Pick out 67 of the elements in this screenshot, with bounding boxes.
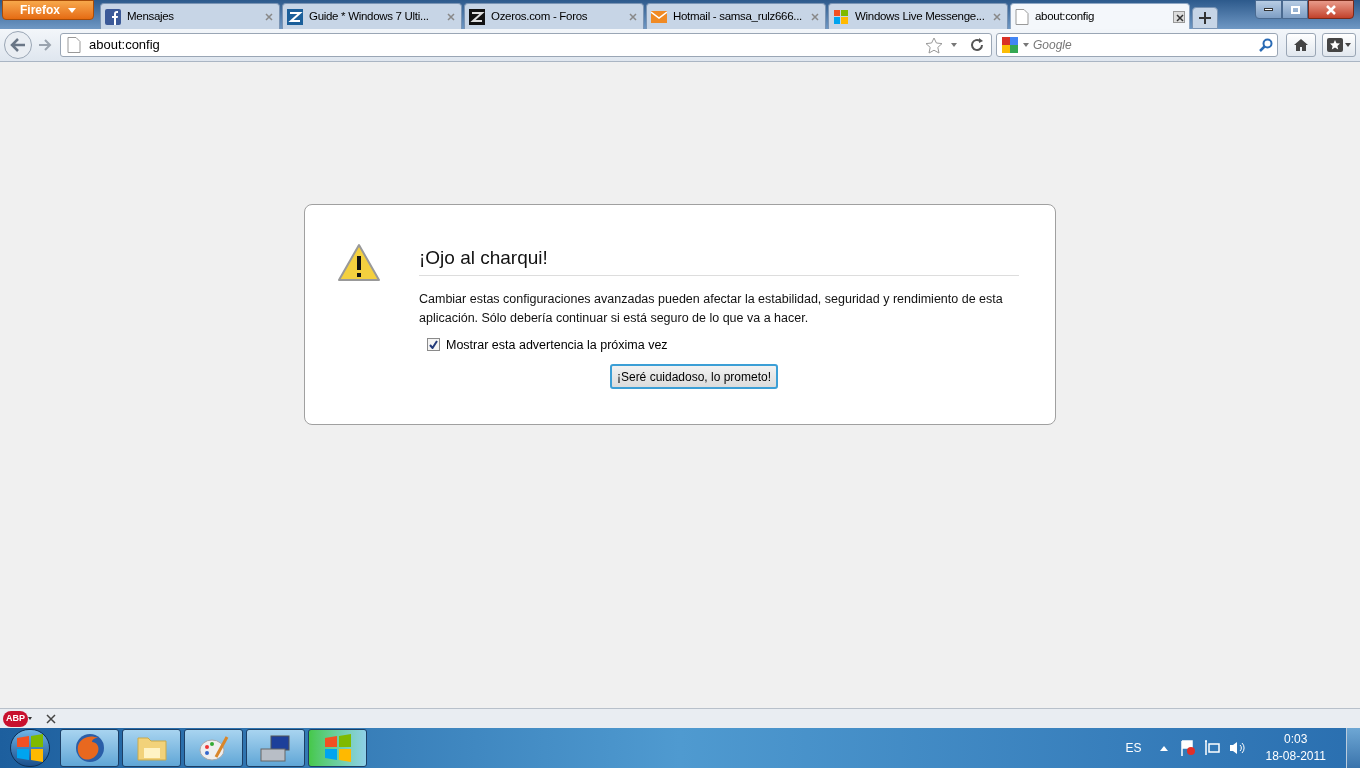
speaker-icon[interactable]	[1227, 740, 1246, 756]
close-icon[interactable]	[1173, 10, 1185, 23]
search-icon[interactable]	[1259, 38, 1273, 52]
url-text: about:config	[89, 36, 161, 55]
search-input[interactable]: Google	[1033, 36, 1255, 54]
taskbar-app-button[interactable]	[122, 729, 181, 767]
close-button[interactable]	[1308, 0, 1354, 19]
caret-icon[interactable]	[28, 717, 32, 720]
taskbar-app-button[interactable]	[184, 729, 243, 767]
bookmark-star-icon	[1327, 38, 1343, 52]
adblock-badge[interactable]: ABP	[3, 710, 28, 727]
tab-title: Windows Live Messenge...	[855, 8, 985, 24]
restore-icon[interactable]	[1282, 0, 1308, 19]
tab-title: Guide * Windows 7 Ulti...	[309, 8, 430, 24]
tab-title: about:config	[1035, 8, 1096, 24]
folder-icon	[135, 734, 168, 762]
browser-tab[interactable]: Hotmail - samsa_rulz666...	[646, 3, 826, 29]
star-icon[interactable]	[925, 36, 943, 54]
globe-fox-icon	[73, 732, 106, 764]
checkbox[interactable]	[427, 338, 440, 352]
close-icon	[1326, 4, 1336, 15]
home-icon	[1293, 38, 1309, 52]
taskbar-app-button[interactable]	[308, 729, 367, 767]
windows-flag-icon	[322, 734, 353, 762]
dialog-title: ¡Ojo al charqui!	[419, 244, 1019, 276]
browser-tab[interactable]: Windows Live Messenge...	[828, 3, 1008, 29]
reload-icon[interactable]	[969, 37, 985, 53]
warning-icon	[337, 243, 381, 283]
back-arrow-icon	[10, 38, 26, 52]
confirm-button[interactable]: ¡Seré cuidadoso, lo prometo!	[609, 364, 779, 390]
tab-title: Mensajes	[127, 8, 175, 24]
tab-title: Hotmail - samsa_rulz666...	[673, 8, 803, 24]
tab-title: Ozeros.com - Foros	[491, 8, 589, 24]
google-logo-icon[interactable]	[1001, 36, 1019, 54]
address-bar[interactable]: about:config	[60, 33, 992, 57]
flag-error-icon[interactable]	[1179, 740, 1196, 756]
back-button[interactable]	[4, 31, 32, 59]
taskbar-app-button[interactable]	[246, 729, 305, 767]
f-logo-icon	[105, 8, 121, 25]
start-button[interactable]	[10, 729, 50, 767]
close-icon[interactable]	[46, 713, 56, 724]
new-tab-icon[interactable]	[1192, 7, 1218, 29]
network-icon[interactable]	[1203, 740, 1220, 756]
tray-expand-icon[interactable]	[1159, 745, 1168, 751]
show-desktop-button[interactable]	[1346, 728, 1360, 768]
z-logo-icon	[469, 8, 485, 25]
home-button[interactable]	[1286, 33, 1316, 57]
browser-tab[interactable]: Ozeros.com - Foros	[464, 3, 644, 29]
bookmarks-button[interactable]	[1322, 33, 1356, 57]
z-logo-icon	[287, 8, 303, 25]
windows-flag-icon	[15, 734, 45, 762]
caret-icon	[68, 7, 76, 13]
envelope-icon	[651, 8, 667, 25]
browser-tab[interactable]: about:config	[1010, 3, 1190, 29]
language-indicator[interactable]: ES	[1125, 739, 1142, 757]
page-icon	[1015, 8, 1029, 25]
clock-time: 0:03	[1284, 731, 1308, 748]
minimize-icon[interactable]	[1255, 0, 1282, 19]
windows-flag-icon	[833, 8, 849, 25]
search-field[interactable]: Google	[996, 33, 1278, 57]
page-icon	[67, 37, 81, 53]
clock-date: 18-08-2011	[1265, 748, 1326, 765]
browser-tab[interactable]: Guide * Windows 7 Ulti...	[282, 3, 462, 29]
checkbox-label: Mostrar esta advertencia la próxima vez	[446, 336, 668, 354]
browser-tab[interactable]: Mensajes	[100, 3, 280, 29]
warning-message: Cambiar estas configuraciones avanzadas pueden afectar la estabilidad, seguridad y rendimiento de esta aplicación. Sólo debería continuar si está seguro de lo que va a hacer.	[419, 290, 1004, 327]
taskbar-app-button[interactable]	[60, 729, 119, 767]
